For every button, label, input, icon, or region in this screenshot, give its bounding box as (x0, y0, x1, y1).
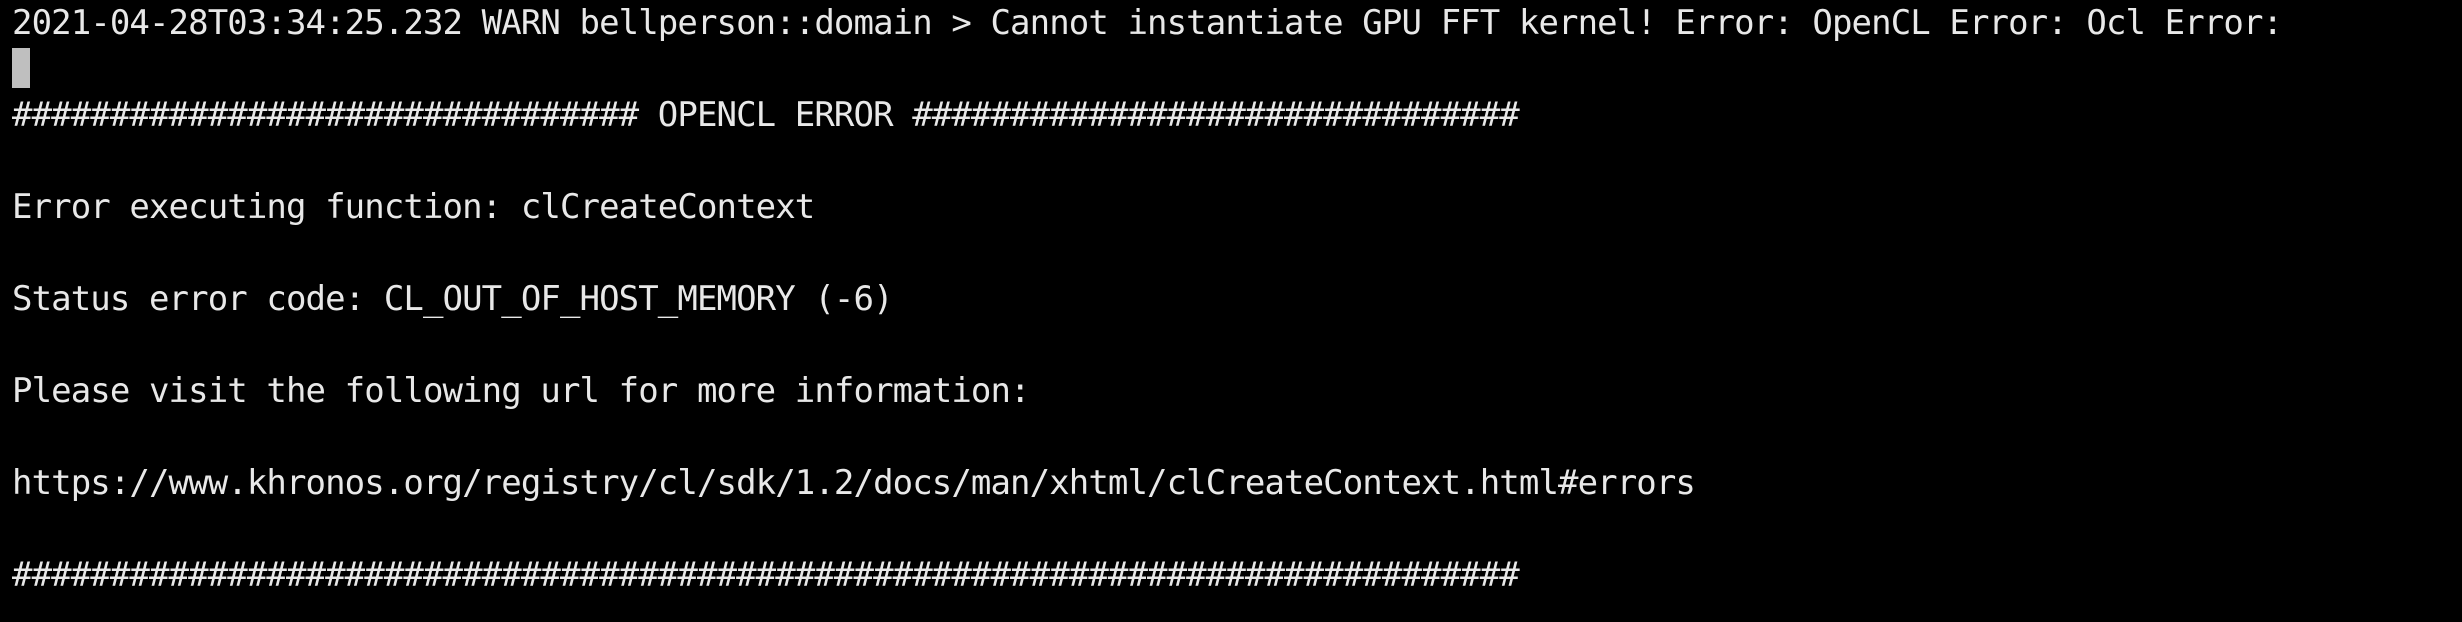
error-function-line: Error executing function: clCreateContex… (12, 187, 815, 227)
terminal-output[interactable]: 2021-04-28T03:34:25.232 WARN bellperson:… (0, 0, 2462, 622)
opencl-error-banner-bottom: ########################################… (12, 555, 1520, 595)
warn-log-line: 2021-04-28T03:34:25.232 WARN bellperson:… (12, 3, 2283, 43)
opencl-error-banner-top: ################################ OPENCL … (12, 95, 1520, 135)
visit-url-line: Please visit the following url for more … (12, 371, 1031, 411)
text-cursor (12, 48, 30, 88)
status-error-code-line: Status error code: CL_OUT_OF_HOST_MEMORY… (12, 279, 894, 319)
cursor-row (12, 46, 2462, 92)
error-docs-url[interactable]: https://www.khronos.org/registry/cl/sdk/… (12, 460, 2462, 506)
